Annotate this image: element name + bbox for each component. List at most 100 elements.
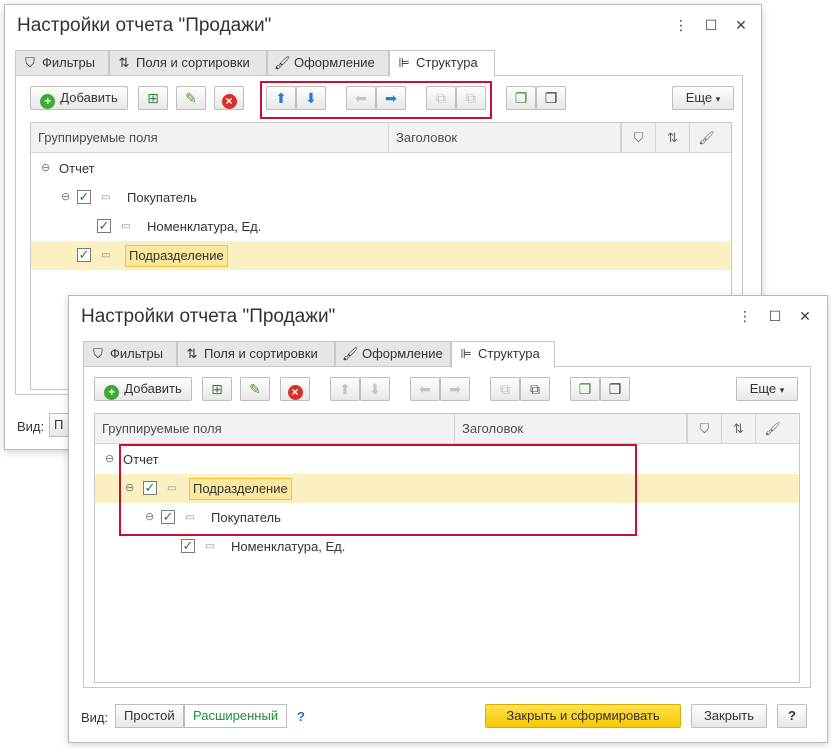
delete-button[interactable]: × [280,377,310,401]
column-header[interactable]: Заголовок [389,123,621,153]
uncheck-all-icon: ❐ [608,381,622,397]
fields-sort-icon: ⇅ [655,123,689,153]
maximize-icon[interactable]: ☐ [767,308,783,324]
checkbox[interactable]: ✓ [77,190,91,204]
move-right-button[interactable]: ➡ [440,377,470,401]
brush-icon: 🖌 [689,123,723,153]
view-option-cut[interactable]: П [49,413,69,437]
tab-filters[interactable]: ⛉ Фильтры [15,50,109,75]
add-grouping-button[interactable]: ⊞ [202,377,232,401]
field-icon: ▭ [101,192,111,203]
move-up-button[interactable]: ⬆ [330,377,360,401]
structure-icon: ⊫ [398,55,410,70]
close-and-generate-button[interactable]: Закрыть и сформировать [485,704,681,728]
brush-icon: 🖌 [274,55,291,70]
group-icon: ⧉ [500,381,510,397]
column-fields[interactable]: Группируемые поля [31,123,389,153]
tab-appearance[interactable]: 🖌 Оформление [267,50,389,75]
grid-header: Группируемые поля Заголовок ⛉ ⇅ 🖌 [95,414,799,444]
tab-fields-sort[interactable]: ⇅ Поля и сортировки [109,50,267,75]
fields-sort-icon: ⇅ [118,55,130,70]
add-button[interactable]: + Добавить [94,377,192,401]
checkbox[interactable]: ✓ [97,219,111,233]
tree-row-root[interactable]: ⊖ Отчет [31,154,731,183]
close-icon[interactable]: ✕ [733,17,749,33]
field-icon: ▭ [121,221,131,232]
add-grouping-icon: ⊞ [147,90,159,106]
arrow-right-icon: ➡ [449,381,461,397]
add-grouping-icon: ⊞ [211,381,223,397]
tab-filters[interactable]: ⛉ Фильтры [83,341,177,366]
add-grouping-button[interactable]: ⊞ [138,86,168,110]
checkbox[interactable]: ✓ [181,539,195,553]
view-label: Вид: [81,710,109,725]
tree-row[interactable]: ✓ ▭ Номенклатура, Ед. [31,212,731,241]
arrow-left-icon: ⬅ [419,381,431,397]
filter-icon: ⛉ [93,346,103,361]
delete-icon: × [221,94,237,109]
column-header[interactable]: Заголовок [455,414,687,444]
pencil-icon: ✎ [249,381,261,397]
structure-panel: + Добавить ⊞ ✎ × ⬆ ⬇ ⬅ ➡ ⧉ ⧉ ❐ ❐ Еще ▾ Гр… [83,366,811,688]
structure-icon: ⊫ [460,346,472,361]
ungroup-icon: ⧉ [530,381,540,397]
tab-structure[interactable]: ⊫ Структура [451,341,555,368]
add-button[interactable]: + Добавить [30,86,128,110]
view-help-link[interactable]: ? [297,709,305,724]
delete-button[interactable]: × [214,86,244,110]
close-icon[interactable]: ✕ [797,308,813,324]
checkbox[interactable]: ✓ [77,248,91,262]
uncheck-all-icon: ❐ [544,90,558,106]
check-all-icon: ❐ [514,90,528,106]
collapse-icon[interactable]: ⊖ [105,445,114,474]
maximize-icon[interactable]: ☐ [703,17,719,33]
grid-header: Группируемые поля Заголовок ⛉ ⇅ 🖌 [31,123,731,153]
delete-icon: × [287,385,303,400]
tree-row[interactable]: ⊖ ✓ ▭ Покупатель [31,183,731,212]
more-icon[interactable]: ⋮ [673,17,689,33]
move-down-button[interactable]: ⬇ [360,377,390,401]
group-button[interactable]: ⧉ [490,377,520,401]
filter-icon: ⛉ [621,123,655,153]
pencil-icon: ✎ [185,90,197,106]
view-option-simple[interactable]: Простой [115,704,184,728]
highlight-tree-rows [119,444,637,536]
chevron-down-icon: ▾ [715,94,721,104]
structure-grid: Группируемые поля Заголовок ⛉ ⇅ 🖌 ⊖ Отче… [94,413,800,683]
view-option-extended[interactable]: Расширенный [184,704,288,728]
view-label: Вид: [17,419,45,434]
edit-button[interactable]: ✎ [176,86,206,110]
tab-appearance[interactable]: 🖌 Оформление [335,341,451,366]
ungroup-button[interactable]: ⧉ [520,377,550,401]
more-button[interactable]: Еще ▾ [736,377,798,401]
uncheck-all-button[interactable]: ❐ [600,377,630,401]
window-title: Настройки отчета "Продажи" [17,15,272,36]
arrow-down-icon: ⬇ [369,381,381,397]
filter-icon: ⛉ [25,55,35,70]
plus-icon: + [104,385,120,400]
edit-button[interactable]: ✎ [240,377,270,401]
check-all-button[interactable]: ❐ [506,86,536,110]
window-title: Настройки отчета "Продажи" [81,306,336,327]
collapse-icon[interactable]: ⊖ [61,183,70,212]
move-left-button[interactable]: ⬅ [410,377,440,401]
close-button[interactable]: Закрыть [691,704,767,728]
check-all-icon: ❐ [578,381,592,397]
chevron-down-icon: ▾ [779,385,785,395]
brush-icon: 🖌 [342,346,359,361]
tree-row-selected[interactable]: ✓ ▭ Подразделение [31,241,731,270]
tree-row[interactable]: ✓ ▭ Номенклатура, Ед. [95,532,799,561]
tab-fields-sort[interactable]: ⇅ Поля и сортировки [177,341,335,366]
uncheck-all-button[interactable]: ❐ [536,86,566,110]
check-all-button[interactable]: ❐ [570,377,600,401]
plus-icon: + [40,94,56,109]
column-fields[interactable]: Группируемые поля [95,414,455,444]
field-icon: ▭ [101,250,111,261]
collapse-icon[interactable]: ⊖ [41,154,50,183]
more-button[interactable]: Еще ▾ [672,86,734,110]
tab-structure[interactable]: ⊫ Структура [389,50,495,77]
help-button[interactable]: ? [777,704,807,728]
highlight-move-buttons [260,81,492,119]
fields-sort-icon: ⇅ [186,346,198,361]
more-icon[interactable]: ⋮ [737,308,753,324]
